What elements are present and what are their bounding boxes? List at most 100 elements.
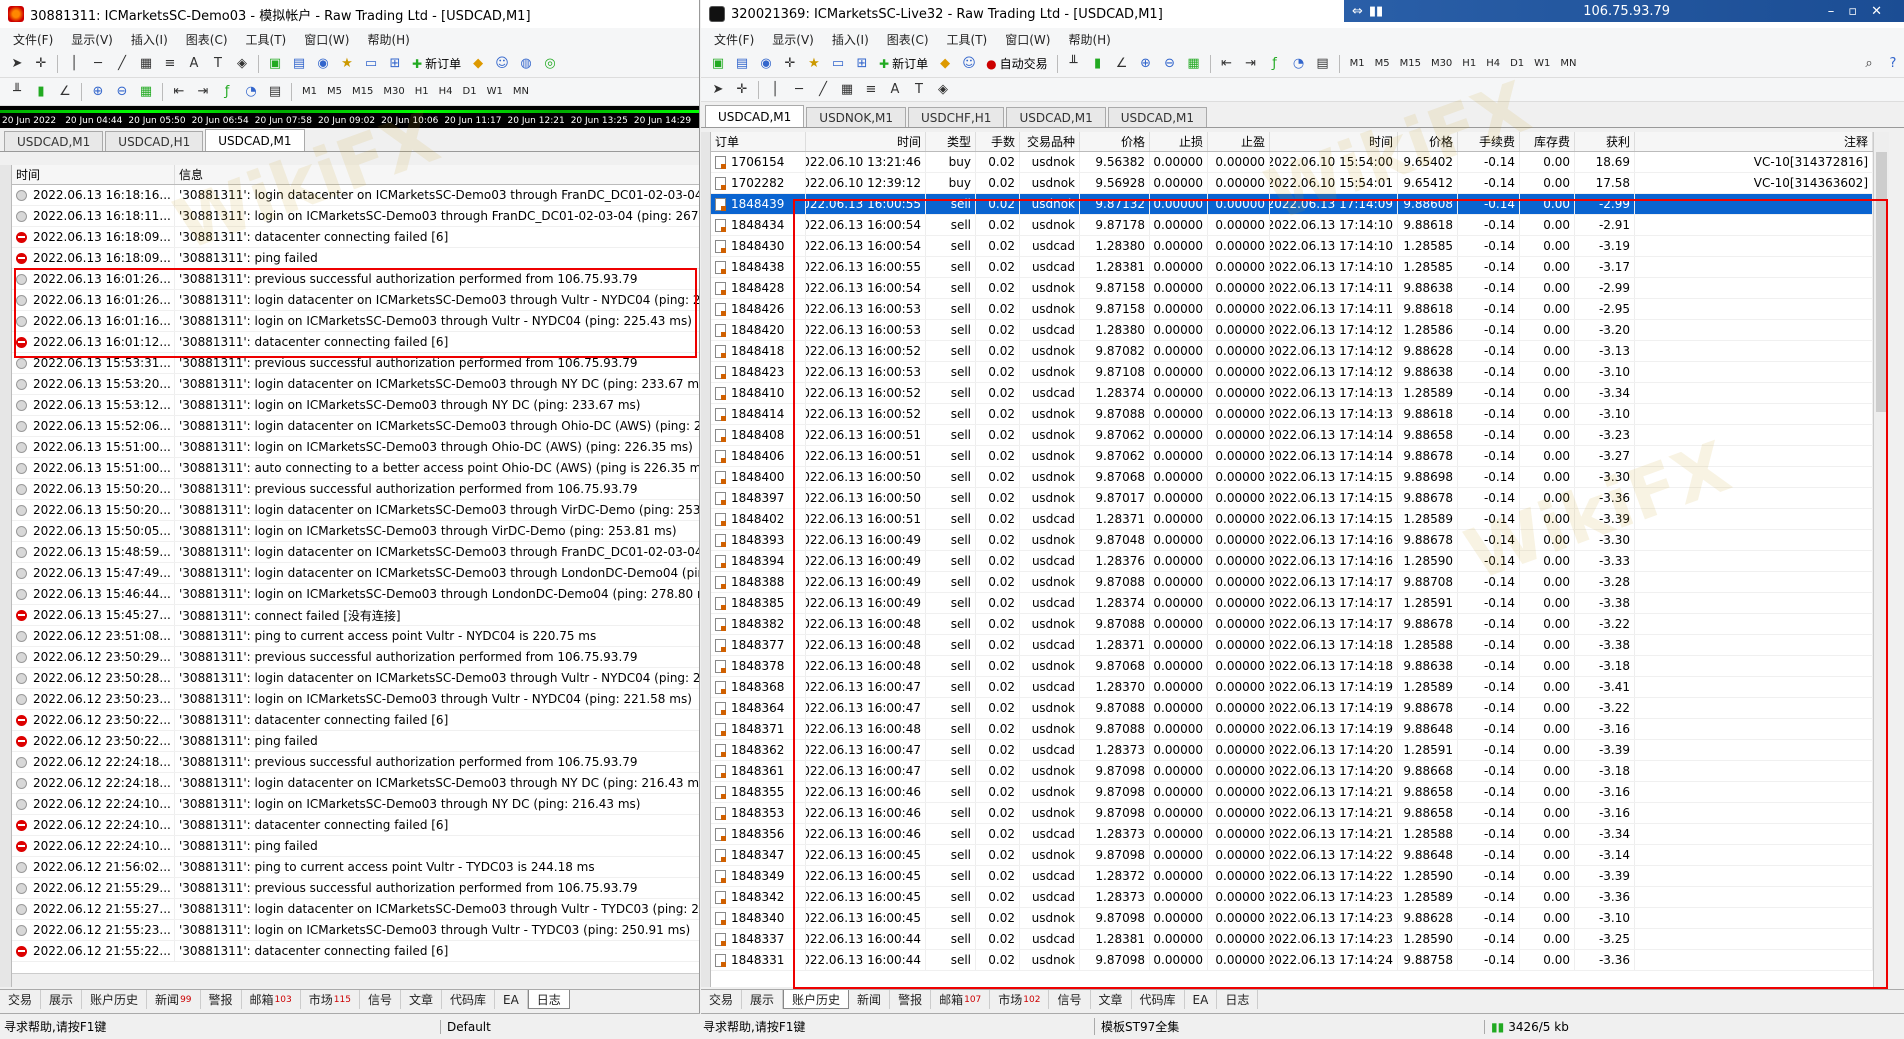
chart-shift-icon[interactable]: ⇥ [1240,53,1262,75]
candle-icon[interactable]: ▮ [30,81,52,103]
journal-row[interactable]: 2022.06.13 15:53:20... '30881311': login … [12,374,699,395]
journal-row[interactable]: 2022.06.12 22:24:10... '30881311': datace… [12,815,699,836]
line-chart-icon[interactable]: ∠ [54,81,76,103]
history-row[interactable]: 1706154 2022.06.10 13:21:46 buy 0.02 usdnok 9… [711,152,1873,173]
history-row[interactable]: 1848408 2022.06.13 16:00:51 sell 0.02 usdnok… [711,425,1873,446]
timeframe-button[interactable]: M30 [378,86,409,97]
market-watch-icon[interactable]: ◉ [755,53,777,75]
bottom-tab[interactable]: 市场 115 [301,990,360,1009]
timeframe-button[interactable]: W1 [1529,58,1555,69]
timeframe-button[interactable]: M15 [1395,58,1426,69]
cursor-icon[interactable]: ➤ [6,53,28,75]
bottom-tab[interactable]: 新闻 [849,990,891,1009]
bar-chart-icon[interactable]: ╨ [1063,53,1085,75]
terminal-icon[interactable]: ▭ [360,53,382,75]
history-row[interactable]: 1848371 2022.06.13 16:00:48 sell 0.02 usdnok… [711,719,1873,740]
journal-row[interactable]: 2022.06.12 23:51:08... '30881311': ping t… [12,626,699,647]
journal-row[interactable]: 2022.06.12 21:55:23... '30881311': login … [12,920,699,941]
line-chart-icon[interactable]: ∠ [1111,53,1133,75]
journal-row[interactable]: 2022.06.13 15:50:20... '30881311': login … [12,500,699,521]
history-row[interactable]: 1848342 2022.06.13 16:00:45 sell 0.02 usdcad… [711,887,1873,908]
journal-row[interactable]: 2022.06.13 16:01:26... '30881311': login … [12,290,699,311]
journal-row[interactable]: 2022.06.13 15:50:20... '30881311': previo… [12,479,699,500]
timeframe-button[interactable]: M5 [1370,58,1395,69]
history-row[interactable]: 1848410 2022.06.13 16:00:52 sell 0.02 usdcad… [711,383,1873,404]
journal-row[interactable]: 2022.06.13 15:51:00... '30881311': login … [12,437,699,458]
zoom-out-icon[interactable]: ⊖ [111,81,133,103]
journal-row[interactable]: 2022.06.13 16:18:09... '30881311': ping f… [12,248,699,269]
label-icon[interactable]: T [207,53,229,75]
bottom-tab[interactable]: 代码库 [1132,990,1185,1009]
bottom-tab[interactable]: 交易 [0,990,42,1009]
journal-row[interactable]: 2022.06.13 15:50:05... '30881311': login … [12,521,699,542]
journal-row[interactable]: 2022.06.12 21:55:22... '30881311': datace… [12,941,699,962]
history-row[interactable]: 1848362 2022.06.13 16:00:47 sell 0.02 usdcad… [711,740,1873,761]
menu-item[interactable]: 插入(I) [122,31,177,48]
zoom-in-icon[interactable]: ⊕ [1135,53,1157,75]
navigator-icon[interactable]: ★ [803,53,825,75]
profiles-icon[interactable]: ▤ [288,53,310,75]
col-open-price-header[interactable]: 价格 [1080,132,1150,151]
menu-item[interactable]: 帮助(H) [1059,31,1119,48]
journal-row[interactable]: 2022.06.12 23:50:22... '30881311': datace… [12,710,699,731]
history-row[interactable]: 1848355 2022.06.13 16:00:46 sell 0.02 usdnok… [711,782,1873,803]
globe-icon[interactable]: ◎ [539,53,561,75]
tester-icon[interactable]: ⊞ [851,53,873,75]
history-row[interactable]: 1848428 2022.06.13 16:00:54 sell 0.02 usdnok… [711,278,1873,299]
col-close-time-header[interactable]: 时间 [1270,132,1398,151]
journal-row[interactable]: 2022.06.13 16:01:26... '30881311': previo… [12,269,699,290]
community-icon[interactable]: ☺ [491,53,513,75]
zoom-in-icon[interactable]: ⊕ [87,81,109,103]
history-row[interactable]: 1848420 2022.06.13 16:00:53 sell 0.02 usdcad… [711,320,1873,341]
history-row[interactable]: 1848331 2022.06.13 16:00:44 sell 0.02 usdnok… [711,950,1873,971]
terminal-side-handle[interactable] [0,165,12,987]
journal-row[interactable]: 2022.06.12 23:50:22... '30881311': ping f… [12,731,699,752]
bottom-tab[interactable]: 新闻 99 [147,990,201,1009]
period-icon[interactable]: ◔ [240,81,262,103]
journal-row[interactable]: 2022.06.12 21:56:02... '30881311': ping t… [12,857,699,878]
history-row[interactable]: 1848414 2022.06.13 16:00:52 sell 0.02 usdnok… [711,404,1873,425]
journal-row[interactable]: 2022.06.13 16:18:16... '30881311': login … [12,185,699,206]
bottom-tab[interactable]: EA [495,990,528,1009]
hline-icon[interactable]: ─ [788,79,810,101]
text-icon[interactable]: A [884,79,906,101]
history-row[interactable]: 1848382 2022.06.13 16:00:48 sell 0.02 usdnok… [711,614,1873,635]
history-row[interactable]: 1848406 2022.06.13 16:00:51 sell 0.02 usdnok… [711,446,1873,467]
bottom-tab[interactable]: 日志 [1217,990,1259,1009]
chart-tab[interactable]: USDCAD,M1 [705,105,805,127]
shapes-icon[interactable]: ◈ [231,53,253,75]
journal-row[interactable]: 2022.06.13 16:01:12... '30881311': datace… [12,332,699,353]
history-row[interactable]: 1848353 2022.06.13 16:00:46 sell 0.02 usdnok… [711,803,1873,824]
community-icon[interactable]: ☺ [958,53,980,75]
timeframe-button[interactable]: D1 [1505,58,1529,69]
bottom-tab[interactable]: 代码库 [442,990,495,1009]
scroll-thumb[interactable] [1876,152,1887,412]
chart-tab[interactable]: USDCAD,M1 [205,129,305,151]
history-row[interactable]: 1848426 2022.06.13 16:00:53 sell 0.02 usdnok… [711,299,1873,320]
hline-icon[interactable]: ─ [87,53,109,75]
journal-row[interactable]: 2022.06.13 16:18:09... '30881311': datace… [12,227,699,248]
data-window-icon[interactable]: ✛ [779,53,801,75]
bottom-tab[interactable]: 市场 102 [990,990,1050,1009]
search-icon[interactable]: ⌕ [1858,53,1880,75]
period-icon[interactable]: ◔ [1288,53,1310,75]
journal-row[interactable]: 2022.06.12 21:55:27... '30881311': login … [12,899,699,920]
menu-item[interactable]: 图表(C) [878,31,938,48]
journal-row[interactable]: 2022.06.12 23:50:29... '30881311': previo… [12,647,699,668]
history-row[interactable]: 1848402 2022.06.13 16:00:51 sell 0.02 usdcad… [711,509,1873,530]
col-swap-header[interactable]: 库存费 [1520,132,1575,151]
history-row[interactable]: 1848388 2022.06.13 16:00:49 sell 0.02 usdnok… [711,572,1873,593]
new-order-button[interactable]: ✚ 新订单 [875,53,932,75]
journal-row[interactable]: 2022.06.13 15:47:49... '30881311': login … [12,563,699,584]
crosshair-icon[interactable]: ✛ [731,79,753,101]
timeframe-button[interactable]: M15 [347,86,378,97]
history-row[interactable]: 1848434 2022.06.13 16:00:54 sell 0.02 usdnok… [711,215,1873,236]
history-row[interactable]: 1848364 2022.06.13 16:00:47 sell 0.02 usdnok… [711,698,1873,719]
journal-row[interactable]: 2022.06.12 22:24:10... '30881311': login … [12,794,699,815]
history-row[interactable]: 1848400 2022.06.13 16:00:50 sell 0.02 usdnok… [711,467,1873,488]
autoscroll-icon[interactable]: ⇤ [1216,53,1238,75]
timeframe-button[interactable]: MN [508,86,534,97]
history-row[interactable]: 1848430 2022.06.13 16:00:54 sell 0.02 usdcad… [711,236,1873,257]
journal-row[interactable]: 2022.06.12 22:24:10... '30881311': ping f… [12,836,699,857]
trendline-icon[interactable]: ╱ [812,79,834,101]
